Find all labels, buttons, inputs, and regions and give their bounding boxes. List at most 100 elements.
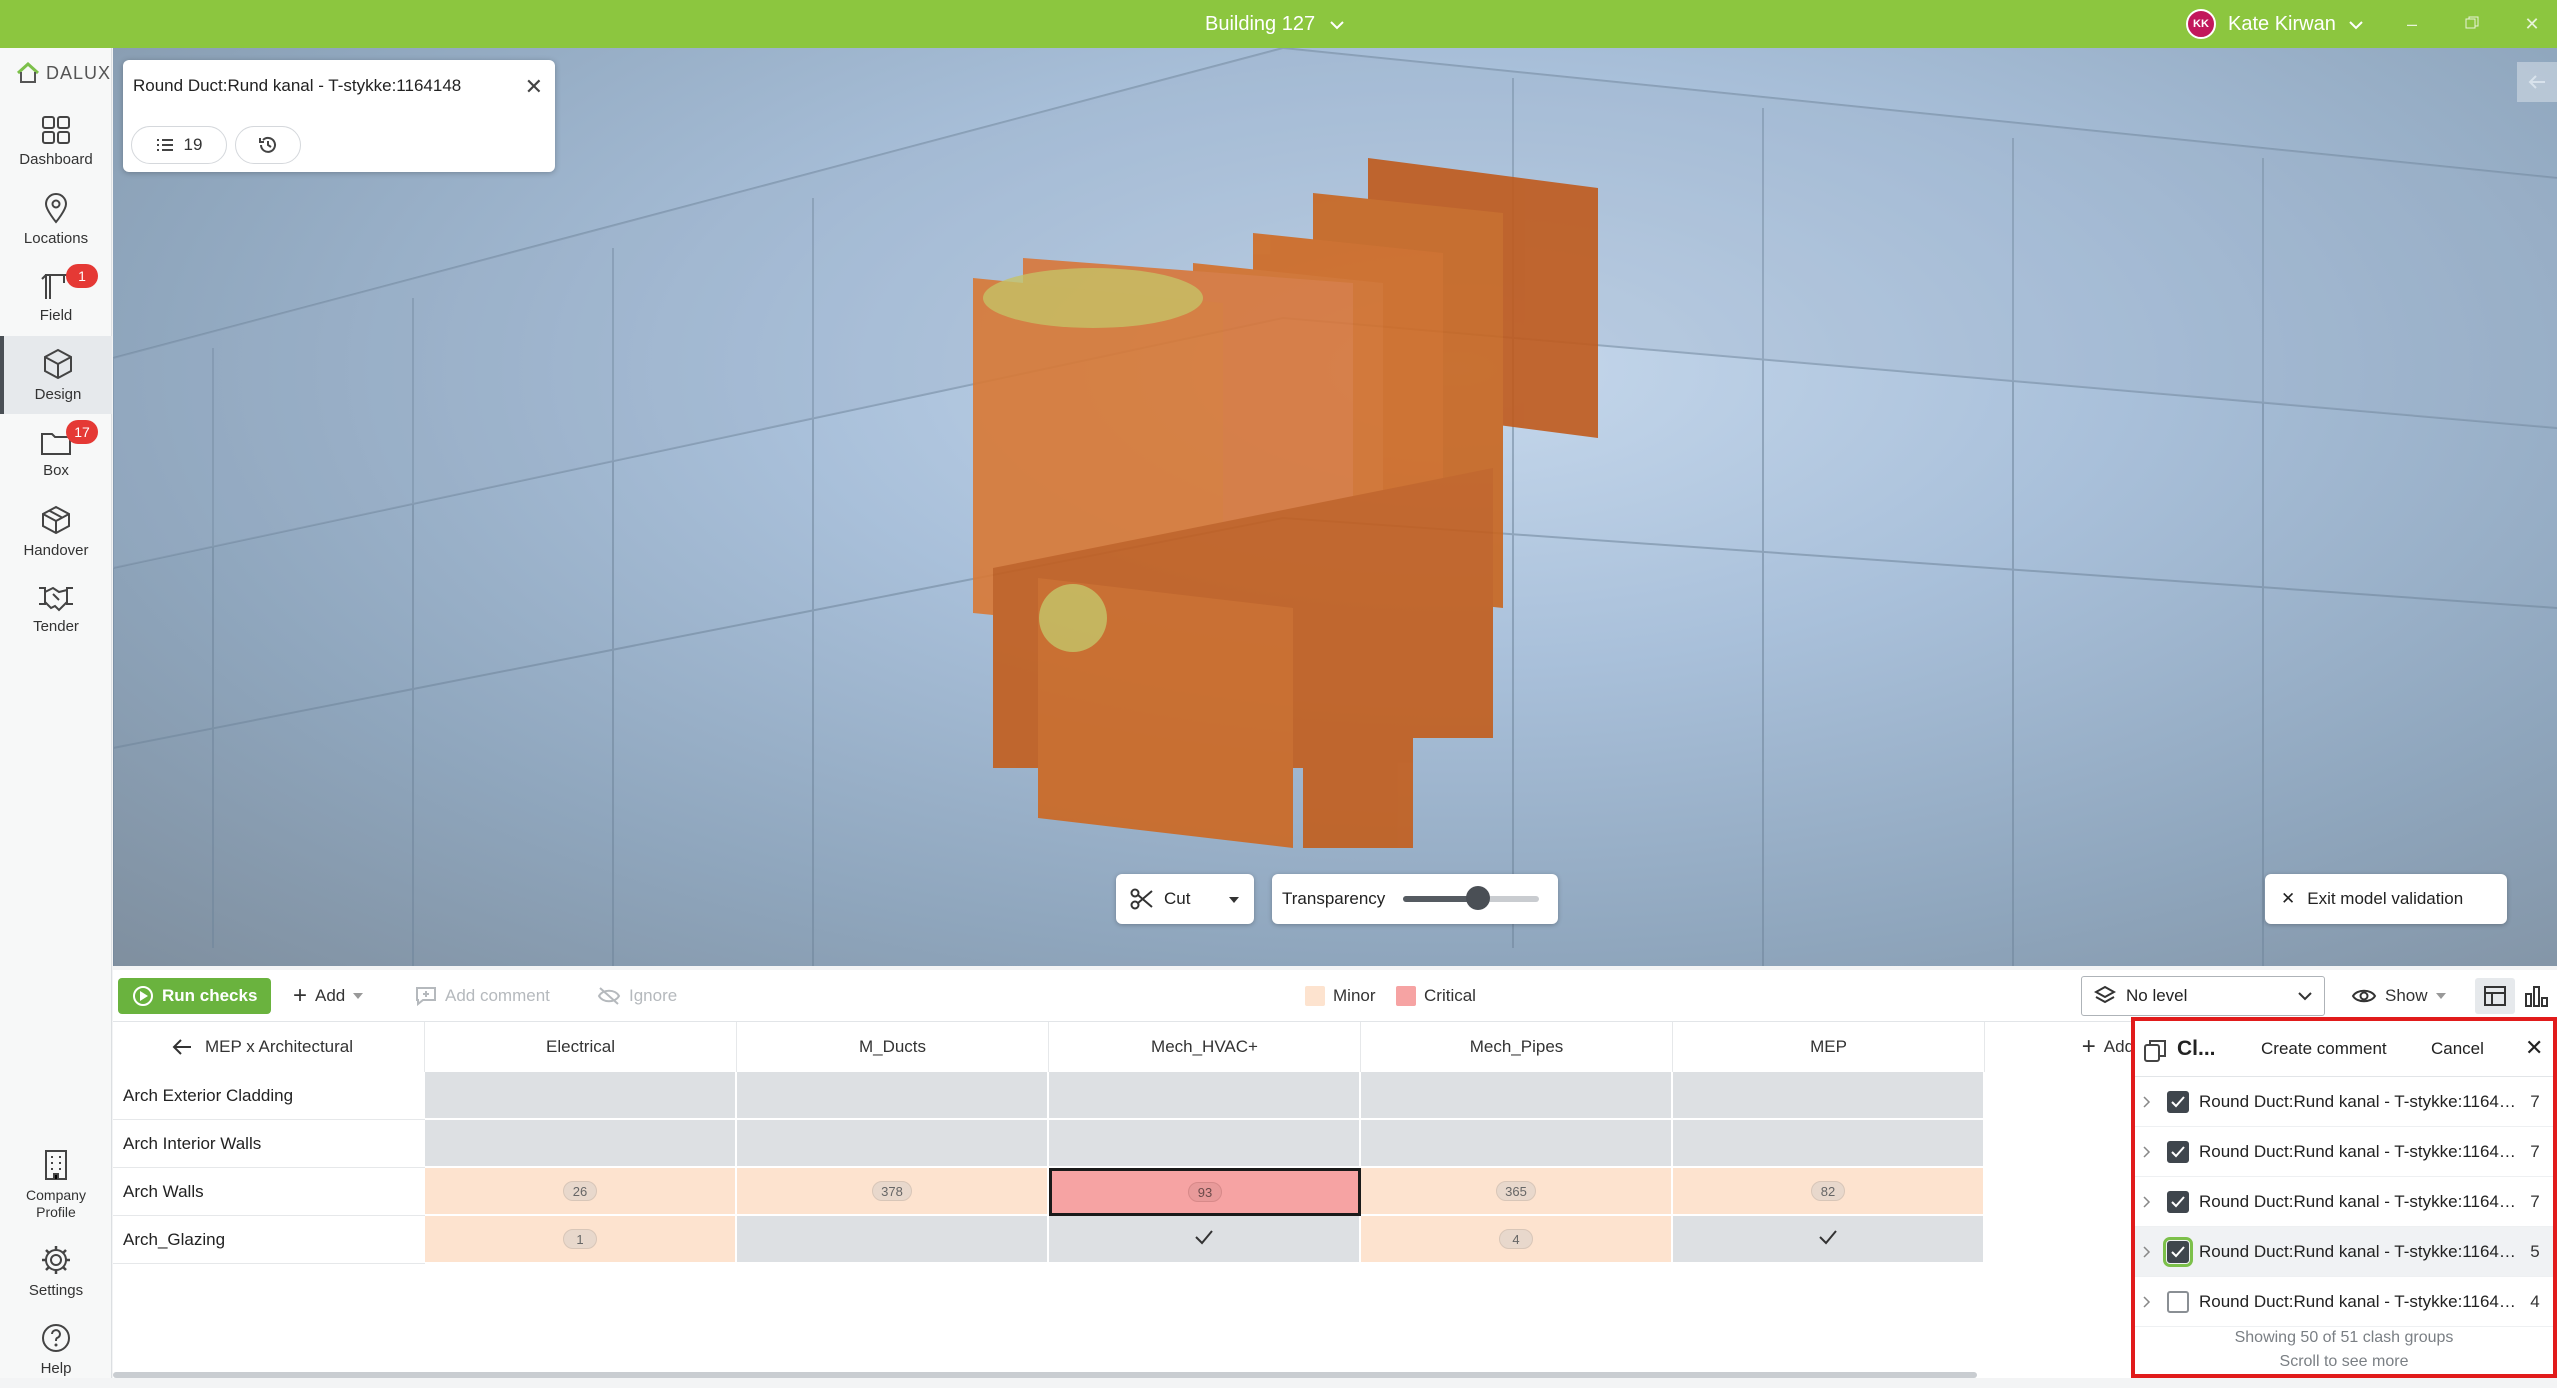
sidebar-item-tender[interactable]: Tender [0,570,112,648]
clash-group-checkbox[interactable] [2167,1140,2189,1163]
model-viewport[interactable]: Round Duct:Rund kanal - T-stykke:1164148… [113,48,2557,966]
layers-icon [2094,985,2116,1004]
ignore-button[interactable]: Ignore [597,978,677,1014]
minimize-button[interactable]: – [2392,0,2432,48]
sidebar-item-settings[interactable]: Settings [0,1232,112,1310]
horizontal-scrollbar[interactable] [113,1372,1977,1378]
level-select[interactable]: No level [2081,976,2325,1016]
house-icon [16,62,40,83]
clash-group-row[interactable]: Round Duct:Rund kanal - T-stykke:1164160… [2135,1227,2553,1277]
properties-list-button[interactable]: 19 [131,126,227,164]
matrix-cell[interactable]: 93 [1049,1168,1361,1216]
matrix-cell[interactable] [1049,1120,1361,1168]
chevron-right-icon[interactable] [2143,1145,2157,1158]
project-selector[interactable]: Building 127 [1205,0,1345,48]
matrix-column-header[interactable]: Mech_HVAC+ [1049,1022,1361,1072]
show-label: Show [2385,986,2428,1005]
clash-group-checkbox[interactable] [2163,1236,2193,1267]
matrix-cell[interactable] [425,1120,737,1168]
clash-count: 26 [563,1181,597,1201]
matrix-row-label[interactable]: Arch Exterior Cladding [113,1072,425,1120]
sidebar-item-dashboard[interactable]: Dashboard [0,102,112,180]
matrix-cell[interactable] [737,1072,1049,1120]
matrix-cell[interactable] [1673,1120,1985,1168]
sidebar-item-label: Field [39,306,73,324]
box-badge: 17 [66,420,98,444]
matrix-cell[interactable]: 378 [737,1168,1049,1216]
create-comment-button[interactable]: Create comment [2261,1039,2387,1059]
matrix-cell[interactable]: 4 [1361,1216,1673,1264]
check-icon [1818,1229,1838,1250]
chevron-right-icon[interactable] [2143,1245,2157,1258]
history-button[interactable] [235,126,301,164]
transparency-slider[interactable] [1403,886,1540,910]
matrix-cell[interactable] [1049,1072,1361,1120]
sidebar-item-design[interactable]: Design [0,336,112,414]
clash-group-checkbox[interactable] [2167,1090,2189,1113]
user-menu[interactable]: KK Kate Kirwan [2186,0,2364,48]
clash-group-row[interactable]: Round Duct:Rund kanal - T-stykke:1164148… [2135,1077,2553,1127]
matrix-row-label[interactable]: Arch Interior Walls [113,1120,425,1168]
matrix-cell[interactable] [1673,1072,1985,1120]
clash-group-checkbox[interactable] [2167,1290,2189,1313]
matrix-column-header[interactable]: MEP [1673,1022,1985,1072]
matrix-cell[interactable]: 1 [425,1216,737,1264]
sidebar-item-field[interactable]: 1 Field [0,258,112,336]
table-view-button[interactable] [2475,978,2515,1014]
close-card-button[interactable]: ✕ [525,74,543,100]
matrix-back-button[interactable]: MEP x Architectural [113,1022,425,1072]
close-panel-button[interactable]: ✕ [2525,1035,2543,1061]
history-icon [259,136,276,153]
location-pin-icon [44,192,68,224]
sidebar-item-help[interactable]: Help [0,1310,112,1388]
matrix-cell[interactable] [737,1216,1049,1264]
matrix-cell[interactable] [1049,1216,1361,1264]
legend-critical: Critical [1396,978,1476,1014]
matrix-cell[interactable]: 82 [1673,1168,1985,1216]
chart-view-button[interactable] [2517,978,2555,1014]
matrix-cell[interactable] [737,1120,1049,1168]
add-button[interactable]: + Add [293,978,364,1014]
matrix-column-header[interactable]: Electrical [425,1022,737,1072]
transparency-slider-thumb[interactable] [1466,886,1491,910]
chevron-down-icon [1329,0,1345,48]
validation-toolbar: Run checks + Add Add comment Ignore Mino… [113,970,2557,1022]
cancel-button[interactable]: Cancel [2431,1039,2484,1059]
matrix-row-label[interactable]: Arch Walls [113,1168,425,1216]
chevron-right-icon[interactable] [2143,1295,2157,1308]
show-button[interactable]: Show [2351,978,2446,1014]
add-comment-button[interactable]: Add comment [415,978,550,1014]
run-checks-button[interactable]: Run checks [118,978,272,1014]
sidebar-item-handover[interactable]: Handover [0,492,112,570]
collapse-panel-button[interactable] [2517,62,2557,102]
sidebar-item-locations[interactable]: Locations [0,180,112,258]
matrix-column-header[interactable]: M_Ducts [737,1022,1049,1072]
matrix-row-label[interactable]: Arch_Glazing [113,1216,425,1264]
clash-group-checkbox[interactable] [2167,1190,2189,1213]
chevron-right-icon[interactable] [2143,1195,2157,1208]
cube-icon [44,348,72,379]
clash-groups-panel: Cl... Create comment Cancel ✕ Round Duct… [2131,1017,2557,1378]
sidebar-item-box[interactable]: 17 Box [0,414,112,492]
matrix-cell[interactable] [1361,1120,1673,1168]
clash-group-row[interactable]: Round Duct:Rund kanal - T-stykke:1164156… [2135,1177,2553,1227]
clash-group-row[interactable]: Round Duct:Rund kanal - T-stykke:1164164… [2135,1277,2553,1327]
package-icon [42,505,70,534]
sidebar-item-company-profile[interactable]: Company Profile [0,1140,112,1230]
exit-model-validation-button[interactable]: ✕ Exit model validation [2265,874,2507,924]
matrix-cell[interactable] [425,1072,737,1120]
matrix-column-header[interactable]: Mech_Pipes [1361,1022,1673,1072]
matrix-cell[interactable] [1361,1072,1673,1120]
clash-panel-title: Cl... [2177,1037,2216,1060]
minor-swatch [1305,986,1325,1006]
chevron-right-icon[interactable] [2143,1095,2157,1108]
cut-tool-button[interactable]: Cut [1116,874,1254,924]
check-icon [2171,1245,2185,1257]
matrix-cell[interactable]: 365 [1361,1168,1673,1216]
matrix-cell[interactable]: 26 [425,1168,737,1216]
close-window-button[interactable]: ✕ [2512,0,2552,48]
restore-button[interactable] [2452,0,2492,48]
clash-group-row[interactable]: Round Duct:Rund kanal - T-stykke:1164152… [2135,1127,2553,1177]
matrix-cell[interactable] [1673,1216,1985,1264]
clash-group-count: 7 [2530,1141,2540,1161]
